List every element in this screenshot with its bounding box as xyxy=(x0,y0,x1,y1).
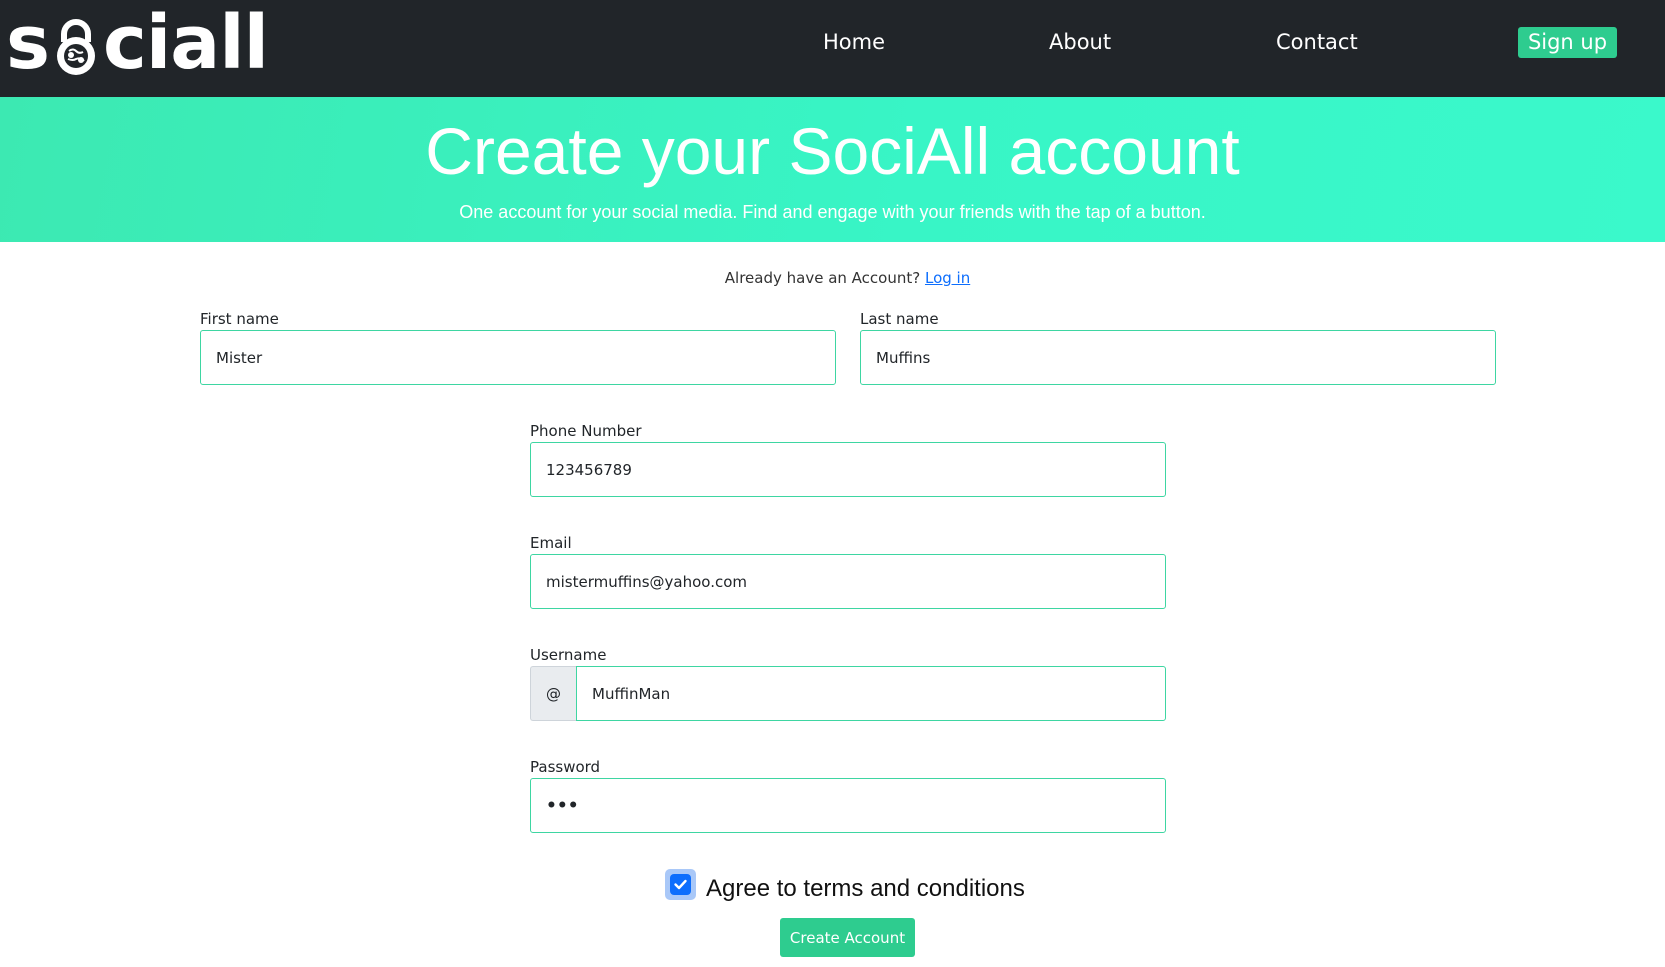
terms-checkbox[interactable] xyxy=(665,869,696,900)
phone-field[interactable]: 123456789 xyxy=(530,442,1166,497)
password-field[interactable]: ••• xyxy=(530,778,1166,833)
page-title: Create your SociAll account xyxy=(425,114,1240,188)
lock-globe-icon xyxy=(50,14,102,75)
login-prompt: Already have an Account? Log in xyxy=(0,269,1665,287)
nav-home-link[interactable]: Home xyxy=(823,30,885,54)
nav-contact-link[interactable]: Contact xyxy=(1276,30,1358,54)
signup-button[interactable]: Sign up xyxy=(1518,27,1617,58)
password-label: Password xyxy=(530,758,601,776)
first-name-field[interactable]: Mister xyxy=(200,330,836,385)
login-link[interactable]: Log in xyxy=(925,269,970,287)
navbar: s ciall Home About Contact Sign up xyxy=(0,0,1665,97)
sociall-logo[interactable]: s ciall xyxy=(6,0,269,86)
nav-about-link[interactable]: About xyxy=(1049,30,1111,54)
username-field[interactable]: MuffinMan xyxy=(576,666,1166,721)
last-name-label: Last name xyxy=(860,310,939,328)
hero-subtitle: One account for your social media. Find … xyxy=(459,202,1206,222)
hero-banner: Create your SociAll account One account … xyxy=(0,97,1665,242)
email-label: Email xyxy=(530,534,572,552)
login-prompt-text: Already have an Account? xyxy=(724,269,921,287)
username-label: Username xyxy=(530,646,607,664)
terms-label[interactable]: Agree to terms and conditions xyxy=(706,875,1025,903)
create-account-button[interactable]: Create Account xyxy=(780,918,915,957)
last-name-field[interactable]: Muffins xyxy=(860,330,1496,385)
email-field[interactable]: mistermuffins@yahoo.com xyxy=(530,554,1166,609)
username-at-prefix: @ xyxy=(530,666,576,721)
phone-label: Phone Number xyxy=(530,422,642,440)
first-name-label: First name xyxy=(200,310,279,328)
logo-text-end: ciall xyxy=(103,0,269,86)
logo-text-start: s xyxy=(6,0,50,86)
checkmark-icon xyxy=(670,874,691,895)
